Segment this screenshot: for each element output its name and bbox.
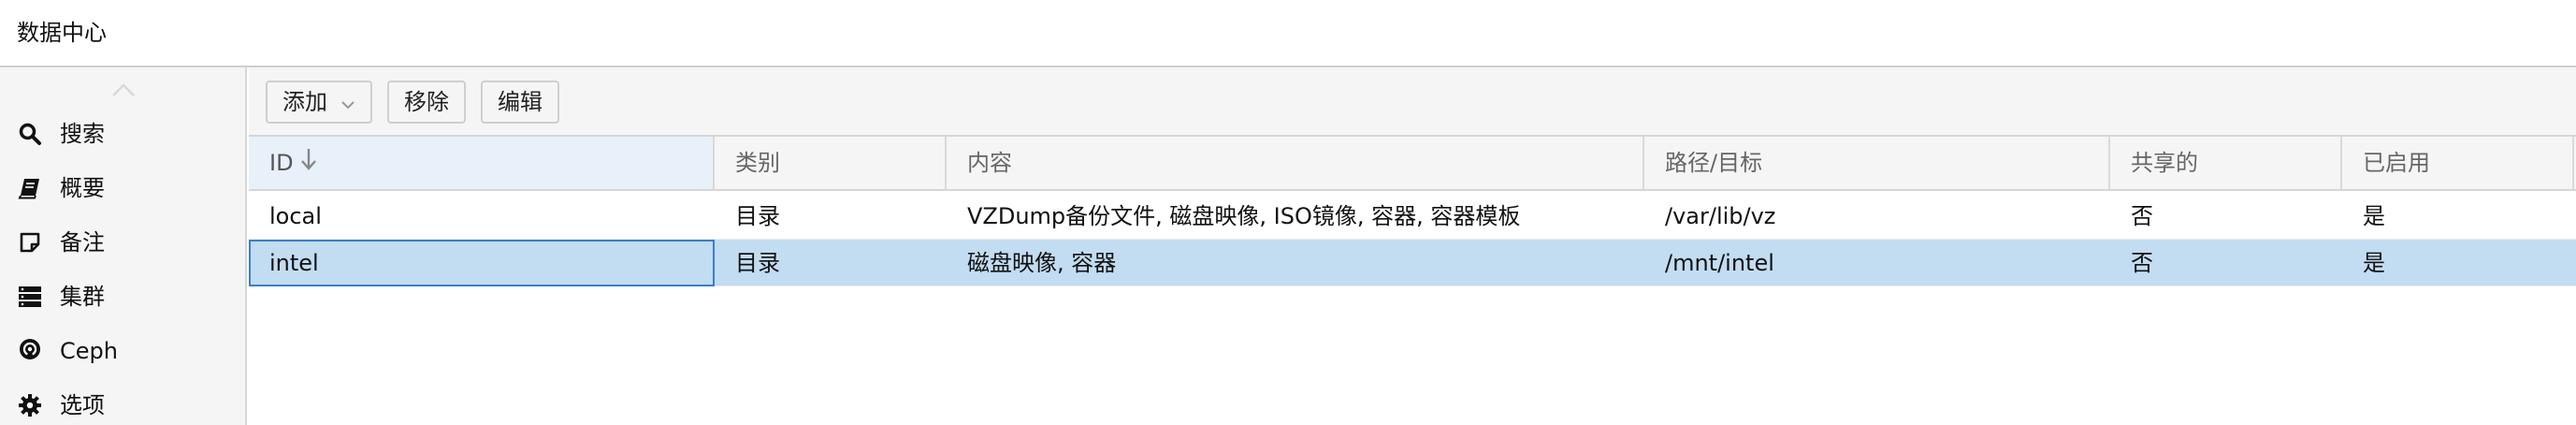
remove-button[interactable]: 移除 [387,81,466,124]
cell-path: /mnt/intel [1665,250,1774,276]
cell-type: 目录 [735,250,780,276]
table-row[interactable]: local 目录 VZDump备份文件, 磁盘映像, ISO镜像, 容器, 容器… [249,193,2576,240]
server-icon [17,284,43,310]
cell-shared: 否 [2131,203,2153,229]
ceph-icon [17,338,43,364]
chevron-down-icon [340,83,355,123]
scroll-up-icon[interactable] [110,81,137,99]
sort-descending-icon [299,138,318,190]
column-header-content[interactable]: 内容 [947,137,1644,189]
table-row-selected[interactable]: intel 目录 磁盘映像, 容器 /mnt/intel 否 是 [249,240,2576,286]
edit-button-label: 编辑 [498,89,543,115]
add-button-label: 添加 [282,89,327,115]
sidebar-item-notes[interactable]: 备注 [0,215,245,270]
cell-id: local [269,203,322,229]
sidebar-item-options[interactable]: 选项 [0,378,245,425]
column-header-id[interactable]: ID [249,137,715,189]
sidebar-item-label: Ceph [60,338,118,364]
cell-content: 磁盘映像, 容器 [967,250,1117,276]
toolbar: 添加 移除 编辑 [249,67,2576,137]
edit-button[interactable]: 编辑 [481,81,559,124]
cell-type: 目录 [735,203,780,229]
sidebar: 搜索 概要 备注 集群 Ceph 选项 [0,67,247,425]
sidebar-item-label: 搜索 [60,121,105,147]
gear-icon [17,392,43,418]
note-icon [17,229,43,256]
cell-enabled: 是 [2363,250,2385,276]
search-icon [17,121,43,147]
sidebar-item-label: 概要 [60,175,105,201]
sidebar-item-summary[interactable]: 概要 [0,161,245,215]
main-panel: 添加 移除 编辑 ID 类别 内容 路径/目标 共享的 已启用 local 目录… [249,67,2576,425]
page-title: 数据中心 [17,20,107,46]
cell-id: intel [249,240,715,286]
sidebar-item-cluster[interactable]: 集群 [0,270,245,324]
sidebar-item-search[interactable]: 搜索 [0,107,245,161]
sidebar-item-label: 备注 [60,229,105,256]
column-header-type[interactable]: 类别 [715,137,947,189]
app-window: 数据中心 搜索 概要 备注 集群 Ceph 选项 添加 移除 编辑 ID 类别 … [0,0,2576,425]
column-header-path[interactable]: 路径/目标 [1644,137,2110,189]
sidebar-item-ceph[interactable]: Ceph [0,324,245,378]
sidebar-item-label: 集群 [60,284,105,310]
title-bar: 数据中心 [0,0,2576,67]
cell-path: /var/lib/vz [1665,203,1776,229]
grid-header: ID 类别 内容 路径/目标 共享的 已启用 [249,137,2576,191]
cell-content: VZDump备份文件, 磁盘映像, ISO镜像, 容器, 容器模板 [967,203,1521,229]
cell-enabled: 是 [2363,203,2385,229]
add-button[interactable]: 添加 [266,81,372,124]
remove-button-label: 移除 [404,89,449,115]
column-header-shared[interactable]: 共享的 [2110,137,2342,189]
book-icon [17,175,43,201]
column-header-enabled[interactable]: 已启用 [2342,137,2574,189]
sidebar-item-label: 选项 [60,392,105,418]
cell-shared: 否 [2131,250,2153,276]
